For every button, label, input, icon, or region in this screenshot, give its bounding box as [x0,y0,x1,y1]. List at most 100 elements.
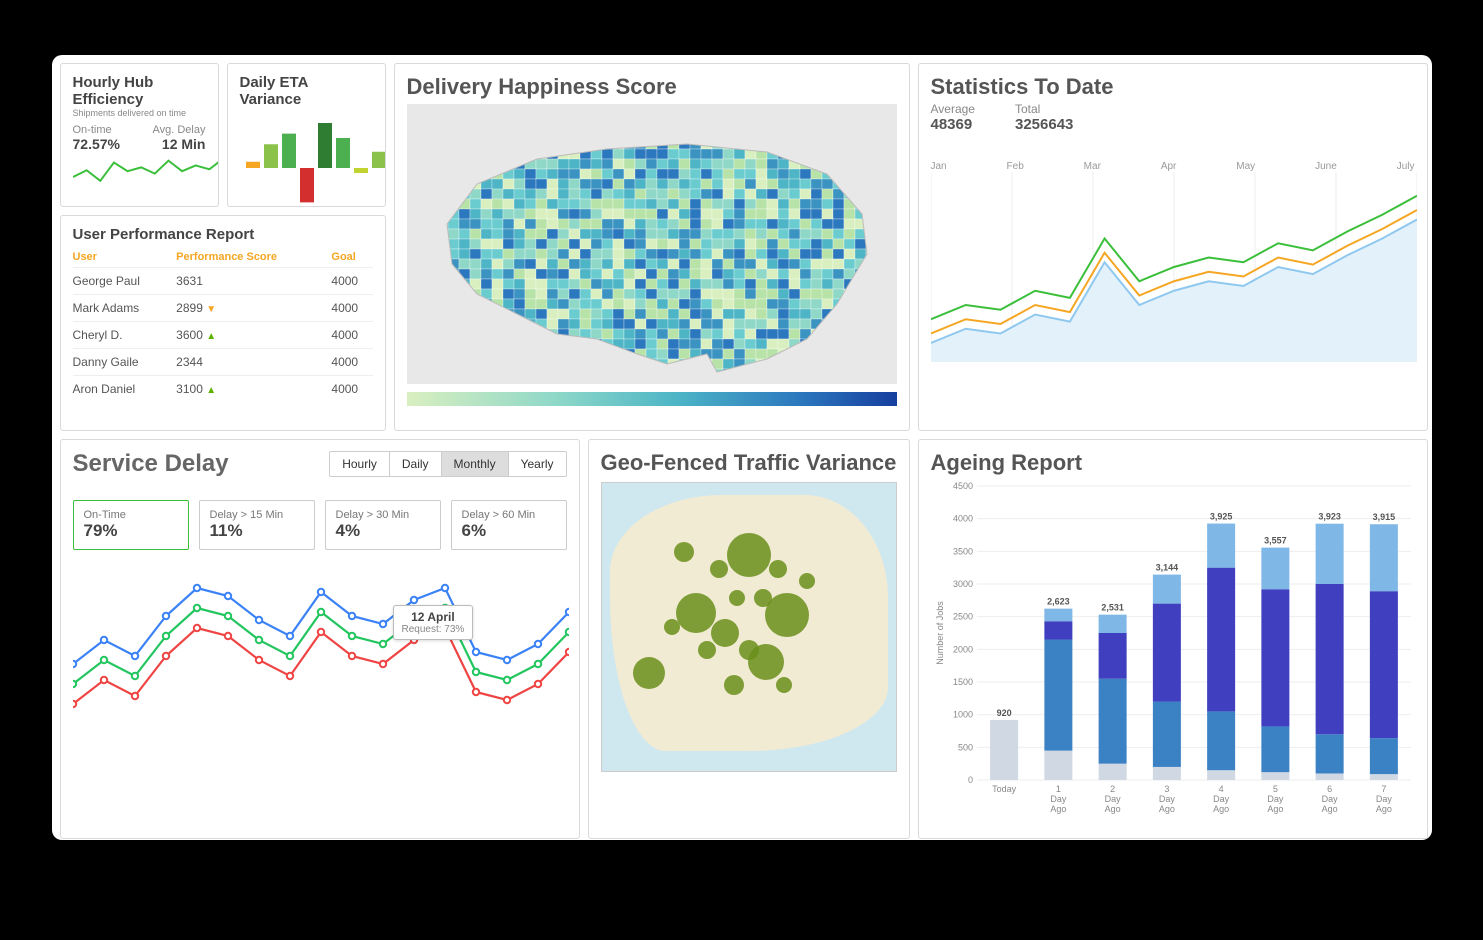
svg-text:3,557: 3,557 [1264,536,1287,546]
cell-user: Cheryl D. [73,322,177,349]
traffic-bubble[interactable] [711,619,739,647]
us-choropleth[interactable] [407,104,897,384]
col-score[interactable]: Performance Score [176,247,331,268]
svg-text:4: 4 [1218,784,1223,794]
card-title: Delivery Happiness Score [407,74,897,100]
user-performance-table: User Performance Score Goal George Paul3… [73,247,373,402]
svg-text:2500: 2500 [952,612,972,622]
svg-text:0: 0 [967,775,972,785]
segment-monthly[interactable]: Monthly [441,452,508,476]
col-goal[interactable]: Goal [331,247,372,268]
traffic-bubble[interactable] [724,675,744,695]
svg-text:1000: 1000 [952,710,972,720]
tooltip-value: Request: 73% [402,624,465,635]
chart-tooltip: 12 April Request: 73% [393,605,474,640]
traffic-bubble[interactable] [739,640,759,660]
traffic-bubble[interactable] [633,657,665,689]
stats-card: Statistics To Date Average 48369 Total 3… [918,63,1428,431]
svg-text:3500: 3500 [952,546,972,556]
svg-text:6: 6 [1327,784,1332,794]
cell-score: 2899 ▼ [176,295,331,322]
metric-card[interactable]: On-Time79% [73,500,189,550]
metric-value: 11% [210,521,304,541]
svg-text:Ago: Ago [1267,804,1283,814]
svg-text:Ago: Ago [1213,804,1229,814]
avgdelay-value: 12 Min [153,136,206,152]
avg-label: Average [931,102,975,116]
traffic-bubble[interactable] [729,590,745,606]
table-row[interactable]: Danny Gaile23444000 [73,349,373,376]
cell-goal: 4000 [331,349,372,376]
card-title: Service Delay [73,450,229,478]
geo-bubble-map[interactable] [601,482,897,772]
traffic-bubble[interactable] [776,677,792,693]
svg-text:920: 920 [996,708,1011,718]
svg-text:3,144: 3,144 [1155,563,1178,573]
segment-daily[interactable]: Daily [389,452,441,476]
svg-text:500: 500 [957,742,972,752]
eta-barchart [240,108,386,207]
service-delay-card: Service Delay HourlyDailyMonthlyYearly O… [60,439,580,839]
table-row[interactable]: Aron Daniel3100 ▲4000 [73,376,373,403]
user-performance-card: User Performance Report User Performance… [60,215,386,431]
svg-text:Ago: Ago [1158,804,1174,814]
svg-text:Day: Day [1375,794,1392,804]
svg-text:Ago: Ago [1375,804,1391,814]
cell-score: 3631 [176,268,331,295]
metric-label: On-Time [84,509,178,521]
traffic-bubble[interactable] [676,593,716,633]
traffic-bubble[interactable] [674,542,694,562]
cell-score: 3100 ▲ [176,376,331,403]
tooltip-date: 12 April [402,610,465,624]
tot-label: Total [1015,102,1073,116]
svg-text:Day: Day [1267,794,1284,804]
card-title: Daily ETA Variance [240,74,373,108]
eta-variance-card: Daily ETA Variance [227,63,386,207]
traffic-bubble[interactable] [664,619,680,635]
svg-text:3: 3 [1164,784,1169,794]
svg-text:2: 2 [1110,784,1115,794]
segment-hourly[interactable]: Hourly [330,452,389,476]
avgdelay-label: Avg. Delay [153,124,206,136]
hourly-hub-card: Hourly Hub Efficiency Shipments delivere… [60,63,219,207]
metric-label: Delay > 60 Min [462,509,556,521]
table-row[interactable]: Mark Adams2899 ▼4000 [73,295,373,322]
tot-value: 3256643 [1015,116,1073,133]
cell-goal: 4000 [331,268,372,295]
time-segment[interactable]: HourlyDailyMonthlyYearly [329,451,566,477]
svg-text:Number of Jobs: Number of Jobs [935,601,945,665]
svg-text:Day: Day [1158,794,1175,804]
metric-label: Delay > 30 Min [336,509,430,521]
metric-card[interactable]: Delay > 15 Min11% [199,500,315,550]
col-user[interactable]: User [73,247,177,268]
geo-card: Geo-Fenced Traffic Variance [588,439,910,839]
ontime-label: On-time [73,124,120,136]
ontime-value: 72.57% [73,136,120,152]
stats-linechart [931,172,1417,362]
metric-card[interactable]: Delay > 30 Min4% [325,500,441,550]
ageing-barchart: 050010001500200025003000350040004500Numb… [931,476,1417,816]
svg-text:Day: Day [1213,794,1230,804]
traffic-bubble[interactable] [727,533,771,577]
svg-text:3,923: 3,923 [1318,512,1341,522]
metric-value: 79% [84,521,178,541]
metric-value: 4% [336,521,430,541]
svg-text:2000: 2000 [952,644,972,654]
avg-value: 48369 [931,116,975,133]
svg-text:5: 5 [1272,784,1277,794]
metric-card[interactable]: Delay > 60 Min6% [451,500,567,550]
month-axis: JanFebMarAprMayJuneJuly [931,161,1415,172]
table-row[interactable]: Cheryl D.3600 ▲4000 [73,322,373,349]
svg-text:Day: Day [1050,794,1067,804]
cell-goal: 4000 [331,376,372,403]
cell-goal: 4000 [331,295,372,322]
color-scale [407,392,897,406]
service-delay-chart[interactable] [73,556,569,756]
metric-value: 6% [462,521,556,541]
svg-text:Day: Day [1321,794,1338,804]
segment-yearly[interactable]: Yearly [508,452,566,476]
svg-text:1500: 1500 [952,677,972,687]
happiness-card: Delivery Happiness Score [394,63,910,431]
card-title: Ageing Report [931,450,1415,476]
table-row[interactable]: George Paul36314000 [73,268,373,295]
